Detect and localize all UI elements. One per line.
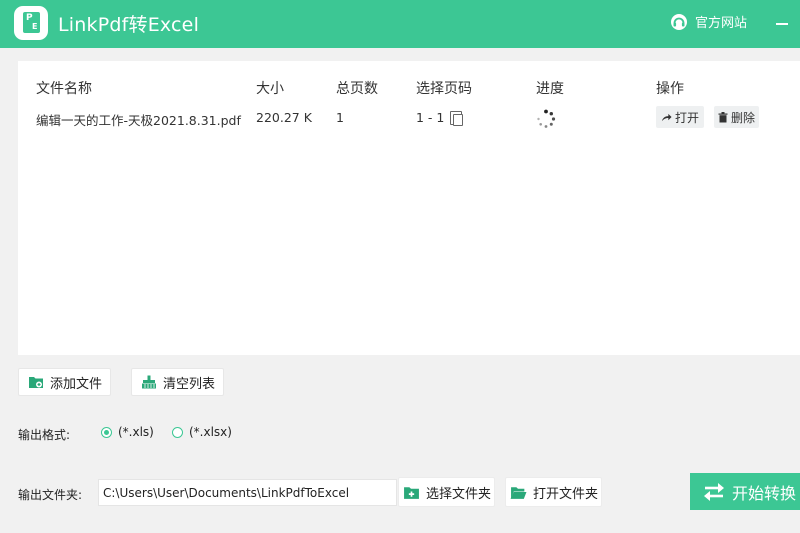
open-file-label: 打开 (675, 110, 700, 125)
choose-folder-button[interactable]: 选择文件夹 (398, 477, 495, 507)
add-file-label: 添加文件 (50, 376, 103, 392)
file-name: 编辑一天的工作-天极2021.8.31.pdf (36, 113, 241, 128)
column-header-actions: 操作 (656, 81, 684, 97)
broom-icon (142, 375, 156, 389)
column-header-size: 大小 (256, 81, 284, 97)
radio-checked-icon (101, 426, 112, 438)
add-file-button[interactable]: 添加文件 (18, 368, 111, 396)
swap-arrows-icon (704, 482, 724, 501)
trash-icon (718, 111, 728, 122)
format-xls-label: (*.xls) (118, 425, 154, 439)
format-radio-xlsx[interactable]: (*.xlsx) (172, 425, 232, 439)
minimize-button[interactable] (776, 23, 788, 25)
format-xlsx-label: (*.xlsx) (189, 425, 232, 439)
open-file-button[interactable]: 打开 (656, 106, 705, 128)
output-format-label: 输出格式: (18, 428, 71, 442)
folder-open-icon (510, 486, 527, 499)
page-count: 1 (336, 110, 344, 125)
column-header-pages: 总页数 (336, 81, 378, 97)
folder-add-icon (404, 486, 419, 499)
delete-file-label: 删除 (731, 110, 756, 125)
official-site-link[interactable]: 官方网站 (670, 12, 747, 31)
output-path-input[interactable] (98, 479, 397, 506)
clear-list-label: 清空列表 (163, 376, 216, 392)
column-header-name: 文件名称 (36, 81, 92, 97)
loading-spinner-icon (537, 109, 556, 128)
start-conversion-button[interactable]: 开始转换 (690, 473, 800, 510)
share-arrow-icon (661, 113, 672, 121)
start-conversion-label: 开始转换 (732, 483, 797, 503)
column-header-progress: 进度 (536, 81, 564, 97)
file-table: 文件名称 大小 总页数 选择页码 进度 操作 编辑一天的工作-天极2021.8.… (18, 61, 800, 355)
radio-unchecked-icon (172, 426, 183, 438)
clear-list-button[interactable]: 清空列表 (131, 368, 224, 396)
page-select-icon[interactable] (450, 111, 463, 126)
headset-icon (671, 13, 687, 30)
app-logo-icon: PE (14, 6, 48, 40)
official-site-label: 官方网站 (695, 16, 748, 31)
app-title: LinkPdf转Excel (58, 14, 200, 36)
delete-file-button[interactable]: 删除 (714, 106, 760, 128)
output-folder-label: 输出文件夹: (18, 488, 83, 502)
column-header-page-range: 选择页码 (416, 81, 472, 97)
title-bar: PE LinkPdf转Excel 官方网站 (0, 0, 800, 48)
open-folder-button[interactable]: 打开文件夹 (505, 477, 602, 507)
folder-add-icon (29, 377, 43, 388)
open-folder-label: 打开文件夹 (533, 486, 599, 502)
choose-folder-label: 选择文件夹 (426, 486, 492, 502)
file-size: 220.27 K (256, 110, 312, 125)
format-radio-xls[interactable]: (*.xls) (101, 425, 154, 439)
page-range[interactable]: 1 - 1 (416, 110, 444, 125)
